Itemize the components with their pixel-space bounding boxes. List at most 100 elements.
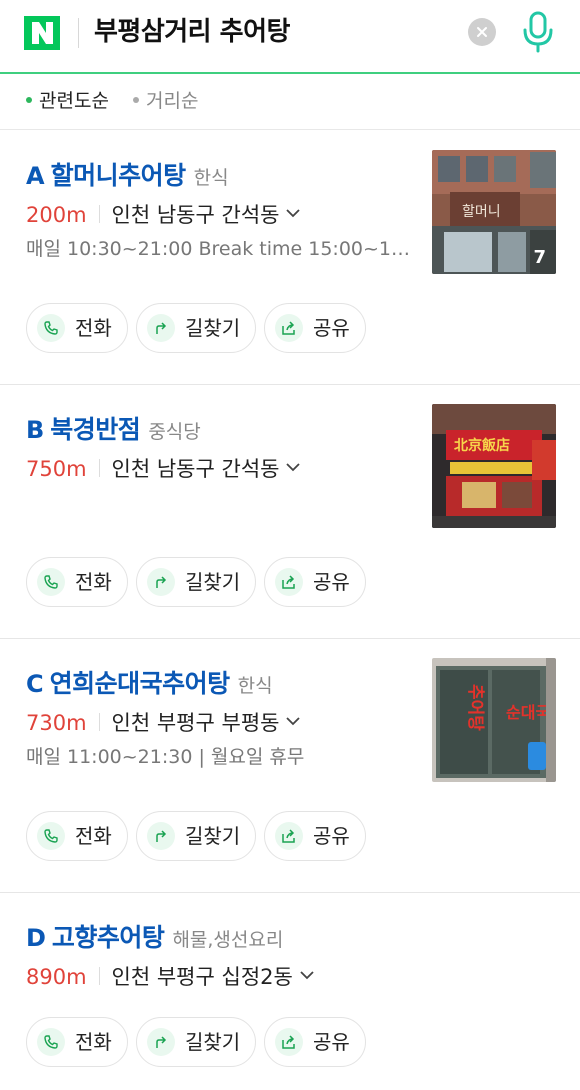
sort-relevance-label: 관련도순 bbox=[39, 90, 109, 112]
search-query[interactable]: 부평삼거리 추어탕 bbox=[94, 14, 290, 50]
chevron-down-icon bbox=[300, 971, 314, 980]
inactive-dot-icon bbox=[133, 96, 139, 103]
result-title[interactable]: A 할머니추어탕 한식 bbox=[26, 159, 229, 196]
svg-text:순대국: 순대국 bbox=[506, 703, 550, 722]
directions-label: 길찾기 bbox=[185, 316, 241, 340]
result-photo[interactable]: 추어탕 순대국 bbox=[432, 658, 556, 782]
result-address: 인천 부평구 부평동 bbox=[111, 711, 280, 735]
storefront-photo: 北京飯店 bbox=[432, 404, 556, 528]
result-address: 인천 남동구 간석동 bbox=[111, 457, 280, 481]
share-icon bbox=[282, 575, 295, 589]
sort-bar: 관련도순 거리순 bbox=[0, 76, 580, 130]
phone-icon bbox=[44, 575, 58, 589]
separator bbox=[98, 713, 100, 731]
result-location[interactable]: 730m 인천 부평구 부평동 bbox=[26, 707, 301, 739]
sort-distance[interactable]: 거리순 bbox=[133, 88, 198, 114]
sort-distance-label: 거리순 bbox=[146, 90, 199, 112]
result-hours: 매일 10:30~21:00 Break time 15:00~17:00 bbox=[26, 238, 412, 260]
storefront-photo: 추어탕 순대국 bbox=[432, 658, 556, 782]
call-label: 전화 bbox=[75, 570, 112, 594]
result-marker-letter: B bbox=[26, 416, 45, 444]
result-distance: 890m bbox=[26, 965, 87, 989]
chevron-down-icon bbox=[286, 717, 301, 726]
sort-relevance[interactable]: 관련도순 bbox=[26, 88, 109, 114]
share-button[interactable]: 공유 bbox=[264, 557, 366, 607]
call-label: 전화 bbox=[75, 824, 112, 848]
result-location[interactable]: 890m 인천 부평구 십정2동 bbox=[26, 961, 315, 993]
share-label: 공유 bbox=[313, 824, 350, 848]
directions-label: 길찾기 bbox=[185, 824, 241, 848]
result-distance: 200m bbox=[26, 203, 87, 227]
result-card-d[interactable]: D 고향추어탕 해물,생선요리 890m 인천 부평구 십정2동 전화 길찾기 공유 bbox=[0, 893, 580, 1090]
share-label: 공유 bbox=[313, 1030, 350, 1054]
share-icon bbox=[282, 1035, 295, 1049]
chevron-down-icon bbox=[286, 209, 301, 218]
call-button[interactable]: 전화 bbox=[26, 303, 128, 353]
direction-icon bbox=[156, 1036, 167, 1048]
result-marker-letter: C bbox=[26, 670, 44, 698]
result-photo[interactable]: 할머니 7 bbox=[432, 150, 556, 274]
clear-search-button[interactable] bbox=[468, 18, 496, 46]
result-title[interactable]: D 고향추어탕 해물,생선요리 bbox=[26, 921, 283, 958]
search-header: 부평삼거리 추어탕 bbox=[0, 0, 580, 74]
result-distance: 750m bbox=[26, 457, 87, 481]
result-marker-letter: A bbox=[26, 162, 45, 190]
shop-sign: 北京飯店 bbox=[454, 437, 510, 454]
naver-logo[interactable] bbox=[24, 16, 60, 50]
directions-button[interactable]: 길찾기 bbox=[136, 811, 256, 861]
share-button[interactable]: 공유 bbox=[264, 303, 366, 353]
shop-sign: 할머니 bbox=[462, 204, 501, 220]
result-name[interactable]: 북경반점 bbox=[50, 415, 141, 444]
separator bbox=[98, 967, 100, 985]
result-address: 인천 부평구 십정2동 bbox=[111, 965, 293, 989]
result-name[interactable]: 할머니추어탕 bbox=[51, 161, 187, 190]
result-card-a[interactable]: A 할머니추어탕 한식 200m 인천 남동구 간석동 매일 10:30~21:00 … bbox=[0, 131, 580, 385]
result-category: 한식 bbox=[237, 675, 273, 697]
call-button[interactable]: 전화 bbox=[26, 1017, 128, 1067]
direction-icon bbox=[156, 322, 167, 334]
header-divider bbox=[78, 18, 79, 48]
separator bbox=[98, 459, 100, 477]
result-name[interactable]: 연희순대국추어탕 bbox=[50, 669, 231, 698]
call-label: 전화 bbox=[75, 1030, 112, 1054]
result-name[interactable]: 고향추어탕 bbox=[52, 923, 165, 952]
share-button[interactable]: 공유 bbox=[264, 1017, 366, 1067]
directions-label: 길찾기 bbox=[185, 570, 241, 594]
result-address: 인천 남동구 간석동 bbox=[111, 203, 280, 227]
direction-icon bbox=[156, 576, 167, 588]
result-category: 중식당 bbox=[148, 421, 201, 443]
result-title[interactable]: C 연희순대국추어탕 한식 bbox=[26, 667, 273, 704]
share-icon bbox=[282, 829, 295, 843]
result-category: 한식 bbox=[193, 167, 229, 189]
result-marker-letter: D bbox=[26, 924, 46, 952]
call-button[interactable]: 전화 bbox=[26, 557, 128, 607]
result-photo[interactable]: 北京飯店 bbox=[432, 404, 556, 528]
phone-icon bbox=[44, 829, 58, 843]
share-label: 공유 bbox=[313, 316, 350, 340]
result-title[interactable]: B 북경반점 중식당 bbox=[26, 413, 201, 450]
call-button[interactable]: 전화 bbox=[26, 811, 128, 861]
result-location[interactable]: 200m 인천 남동구 간석동 bbox=[26, 199, 301, 231]
direction-icon bbox=[156, 830, 167, 842]
microphone-icon[interactable] bbox=[521, 10, 555, 54]
directions-button[interactable]: 길찾기 bbox=[136, 303, 256, 353]
share-label: 공유 bbox=[313, 570, 350, 594]
close-icon bbox=[477, 27, 487, 37]
result-card-b[interactable]: B 북경반점 중식당 750m 인천 남동구 간석동 北京飯店 전화 길찾기 공… bbox=[0, 385, 580, 639]
result-hours: 매일 11:00~21:30 | 월요일 휴무 bbox=[26, 746, 305, 768]
chevron-down-icon bbox=[286, 463, 301, 472]
directions-label: 길찾기 bbox=[185, 1030, 241, 1054]
directions-button[interactable]: 길찾기 bbox=[136, 557, 256, 607]
phone-icon bbox=[44, 1035, 58, 1049]
result-category: 해물,생선요리 bbox=[172, 929, 284, 951]
share-button[interactable]: 공유 bbox=[264, 811, 366, 861]
photo-count: 7 bbox=[533, 247, 546, 268]
directions-button[interactable]: 길찾기 bbox=[136, 1017, 256, 1067]
result-location[interactable]: 750m 인천 남동구 간석동 bbox=[26, 453, 301, 485]
separator bbox=[98, 205, 100, 223]
result-card-c[interactable]: C 연희순대국추어탕 한식 730m 인천 부평구 부평동 매일 11:00~21:3… bbox=[0, 639, 580, 893]
call-label: 전화 bbox=[75, 316, 112, 340]
phone-icon bbox=[44, 321, 58, 335]
result-distance: 730m bbox=[26, 711, 87, 735]
active-dot-icon bbox=[26, 96, 32, 103]
